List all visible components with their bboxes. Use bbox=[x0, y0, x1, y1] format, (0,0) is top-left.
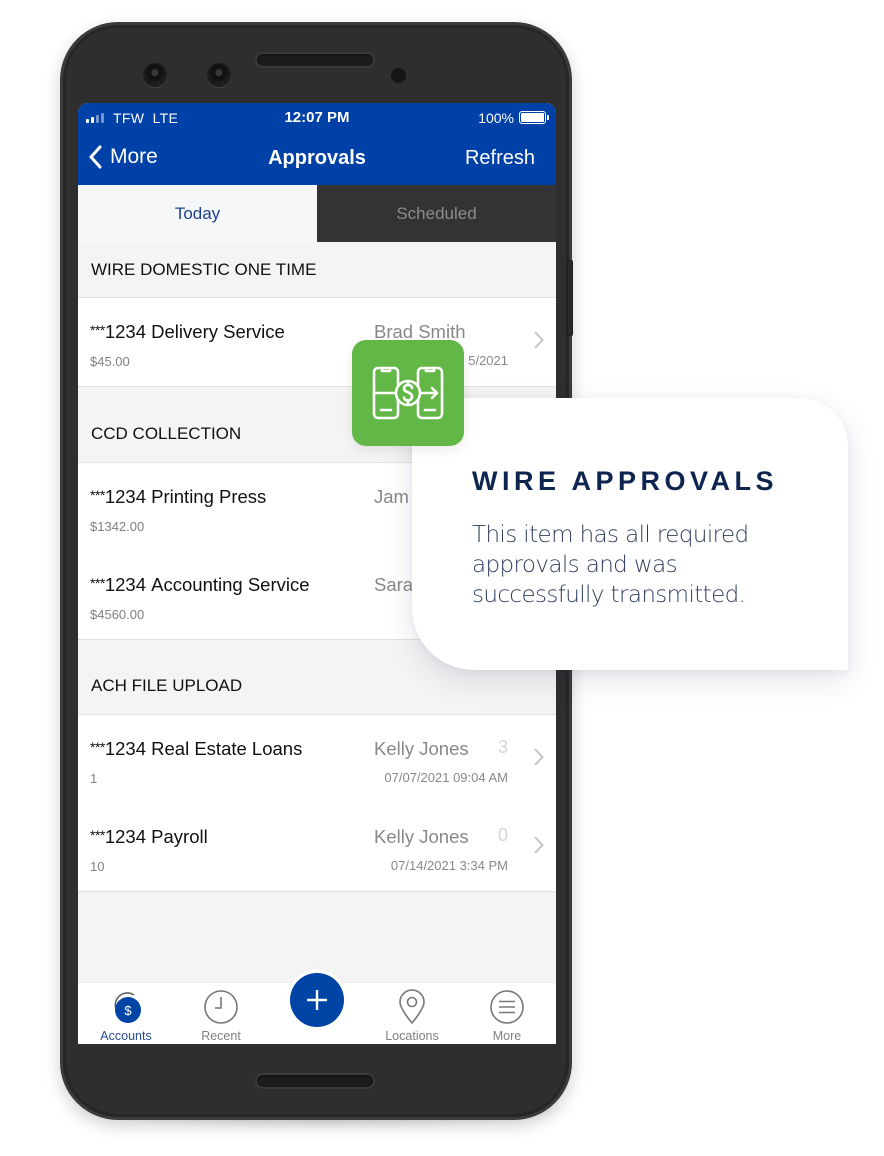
item-date: 07/07/2021 09:04 AM bbox=[384, 770, 508, 785]
item-title: ***1234 Payroll bbox=[90, 826, 208, 847]
front-camera-icon bbox=[143, 63, 167, 87]
section-header: WIRE DOMESTIC ONE TIME bbox=[78, 242, 556, 298]
bottom-speaker bbox=[255, 1073, 375, 1089]
tab-more[interactable]: More bbox=[467, 989, 547, 1043]
battery-percent: 100% bbox=[478, 110, 514, 126]
tab-label: Accounts bbox=[100, 1029, 152, 1043]
item-approval-count: 3 bbox=[497, 737, 508, 757]
list-item[interactable]: ***1234 Delivery Service $45.00 Brad Smi… bbox=[78, 298, 556, 386]
item-amount: $45.00 bbox=[90, 354, 130, 369]
front-camera-icon bbox=[207, 63, 231, 87]
wire-approvals-callout: WIRE APPROVALS This item has all require… bbox=[412, 398, 848, 670]
callout-title: WIRE APPROVALS bbox=[472, 466, 779, 496]
plus-icon bbox=[307, 990, 327, 1010]
chevron-right-icon bbox=[534, 836, 544, 854]
segment-tabs: Today Scheduled bbox=[78, 185, 556, 242]
back-label: More bbox=[110, 145, 158, 168]
tab-scheduled[interactable]: Scheduled bbox=[317, 185, 556, 242]
item-title: ***1234 Delivery Service bbox=[90, 321, 285, 342]
battery-icon bbox=[519, 111, 549, 124]
earpiece-speaker bbox=[255, 52, 375, 68]
clock-icon bbox=[204, 990, 238, 1024]
item-approval-count: 0 bbox=[497, 825, 508, 845]
item-date: 07/14/2021 3:34 PM bbox=[390, 858, 508, 873]
location-pin-icon bbox=[399, 989, 425, 1025]
tab-label: Locations bbox=[385, 1029, 439, 1043]
money-transfer-badge bbox=[352, 340, 464, 446]
money-transfer-icon bbox=[372, 366, 444, 420]
list-item[interactable]: ***1234 Real Estate Loans 1 Kelly Jones … bbox=[78, 715, 556, 803]
item-person: Kelly Jones bbox=[374, 826, 469, 847]
section-items: ***1234 Delivery Service $45.00 Brad Smi… bbox=[78, 298, 556, 387]
accounts-dollar-icon: $ bbox=[114, 992, 141, 1023]
proximity-sensor bbox=[391, 68, 406, 83]
tab-label: More bbox=[492, 1029, 522, 1043]
tab-accounts[interactable]: $ Accounts bbox=[86, 989, 166, 1043]
menu-icon bbox=[490, 990, 524, 1024]
tab-locations[interactable]: Locations bbox=[372, 989, 452, 1043]
item-person: Jam bbox=[374, 486, 409, 507]
item-title: ***1234 Accounting Service bbox=[90, 574, 310, 595]
status-bar: TFW LTE 12:07 PM 100% bbox=[78, 103, 556, 133]
back-button[interactable]: More bbox=[88, 145, 158, 169]
refresh-button[interactable]: Refresh bbox=[465, 147, 535, 170]
svg-text:$: $ bbox=[124, 1003, 132, 1018]
item-file-count: 10 bbox=[90, 859, 105, 874]
tab-recent[interactable]: Recent bbox=[181, 989, 261, 1043]
item-file-count: 1 bbox=[90, 771, 98, 786]
item-person: Sara bbox=[374, 574, 414, 595]
item-date: 5/2021 bbox=[468, 353, 508, 368]
callout-body: This item has all required approvals and… bbox=[472, 522, 749, 608]
item-title: ***1234 Printing Press bbox=[90, 486, 267, 507]
chevron-right-icon bbox=[534, 748, 544, 766]
bottom-tab-bar: $ Accounts Recent Locations More bbox=[78, 973, 556, 1044]
chevron-right-icon bbox=[534, 331, 544, 349]
add-button[interactable] bbox=[290, 973, 344, 1027]
navigation-bar: More Approvals Refresh bbox=[78, 133, 556, 185]
item-title: ***1234 Real Estate Loans bbox=[90, 738, 303, 759]
phone-side-button bbox=[567, 260, 573, 336]
list-item[interactable]: ***1234 Payroll 10 Kelly Jones 0 07/14/2… bbox=[78, 803, 556, 891]
item-amount: $4560.00 bbox=[90, 607, 145, 622]
section-items: ***1234 Real Estate Loans 1 Kelly Jones … bbox=[78, 715, 556, 892]
tab-label: Recent bbox=[201, 1029, 241, 1043]
tab-today[interactable]: Today bbox=[78, 185, 317, 242]
item-person: Kelly Jones bbox=[374, 738, 469, 759]
item-amount: $1342.00 bbox=[90, 519, 145, 534]
chevron-left-icon bbox=[89, 145, 102, 169]
